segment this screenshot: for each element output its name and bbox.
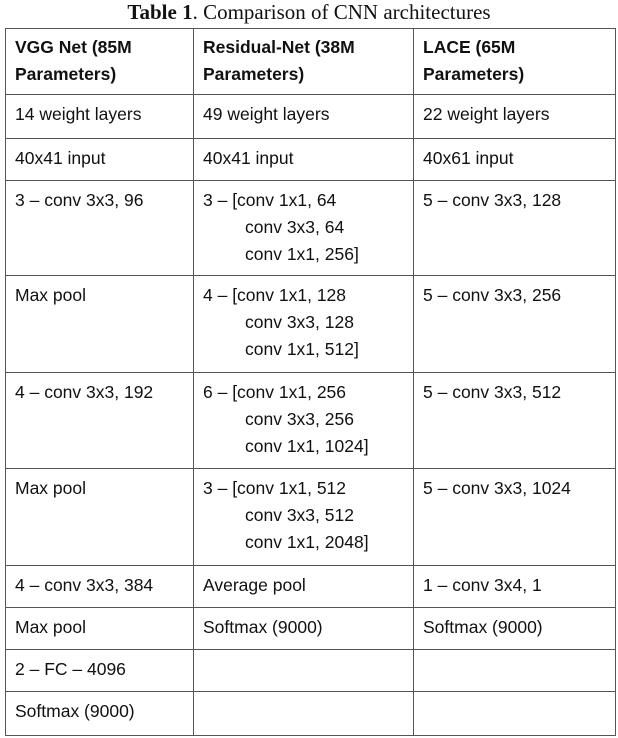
cell-line: 3 – [conv 1x1, 64: [203, 190, 337, 210]
cell-line: conv 3x3, 64: [245, 217, 345, 237]
cell-line: conv 3x3, 128: [245, 312, 354, 332]
cell-lace: 5 – conv 3x3, 1024: [413, 468, 616, 566]
table-caption: Table 1. Comparison of CNN architectures: [0, 0, 618, 24]
header-line: VGG Net (85M: [15, 37, 132, 57]
header-line: Residual-Net (38M: [203, 37, 355, 57]
cell-vgg: 14 weight layers: [5, 94, 194, 139]
table-row: 3 – conv 3x3, 96 3 – [conv 1x1, 64 conv 3x…: [5, 180, 616, 276]
cell-line: Softmax (9000): [15, 701, 135, 721]
cell-line: Average pool: [203, 575, 306, 595]
cell-line: 40x41 input: [203, 148, 294, 168]
header-cell-vgg: VGG Net (85M Parameters): [5, 28, 194, 95]
cell-line: 5 – conv 3x3, 256: [423, 285, 562, 305]
cell-line: conv 1x1, 1024]: [245, 436, 369, 456]
cell-line: 6 – [conv 1x1, 256: [203, 382, 347, 402]
cell-vgg: Softmax (9000): [5, 691, 194, 736]
caption-text: . Comparison of CNN architectures: [192, 0, 491, 24]
table-row: Max pool Softmax (9000) Softmax (9000): [5, 607, 616, 650]
cell-line: Max pool: [15, 478, 87, 498]
cell-line: 1 – conv 3x4, 1: [423, 575, 542, 595]
cell-line: 2 – FC – 4096: [15, 659, 126, 679]
table-row: 40x41 input 40x41 input 40x61 input: [5, 138, 616, 181]
header-cell-resnet: Residual-Net (38M Parameters): [193, 28, 414, 95]
cell-resnet: [193, 691, 414, 736]
table-row: 4 – conv 3x3, 384 Average pool 1 – conv 3x…: [5, 565, 616, 608]
cell-resnet: 49 weight layers: [193, 94, 414, 139]
cell-line: 22 weight layers: [423, 104, 550, 124]
cell-resnet: Softmax (9000): [193, 607, 414, 650]
cell-vgg: 40x41 input: [5, 138, 194, 181]
header-line: LACE (65M: [423, 37, 516, 57]
cell-line: Max pool: [15, 617, 87, 637]
cell-line: 3 – [conv 1x1, 512: [203, 478, 347, 498]
cell-vgg: Max pool: [5, 468, 194, 566]
cell-lace: 40x61 input: [413, 138, 616, 181]
table-row: 14 weight layers 49 weight layers 22 weigh…: [5, 94, 616, 139]
cell-lace: [413, 691, 616, 736]
cell-resnet: 40x41 input: [193, 138, 414, 181]
header-line: Parameters): [203, 64, 305, 84]
table-row: Max pool 4 – [conv 1x1, 128 conv 3x3, 128 c…: [5, 275, 616, 373]
cell-line: conv 3x3, 512: [245, 505, 354, 525]
cell-resnet: Average pool: [193, 565, 414, 608]
cell-line: Softmax (9000): [203, 617, 323, 637]
cell-line: conv 3x3, 256: [245, 409, 354, 429]
cell-vgg: 4 – conv 3x3, 192: [5, 372, 194, 469]
table-row: 4 – conv 3x3, 192 6 – [conv 1x1, 256 conv …: [5, 372, 616, 469]
cell-lace: [413, 649, 616, 692]
cell-lace: 5 – conv 3x3, 128: [413, 180, 616, 276]
table-row: Max pool 3 – [conv 1x1, 512 conv 3x3, 512 c…: [5, 468, 616, 566]
cell-lace: 1 – conv 3x4, 1: [413, 565, 616, 608]
cell-line: 3 – conv 3x3, 96: [15, 190, 144, 210]
cell-vgg: 2 – FC – 4096: [5, 649, 194, 692]
cell-resnet: [193, 649, 414, 692]
cell-vgg: 4 – conv 3x3, 384: [5, 565, 194, 608]
cell-resnet: 3 – [conv 1x1, 512 conv 3x3, 512 conv 1x1,…: [193, 468, 414, 566]
header-line: Parameters): [15, 64, 117, 84]
cell-resnet: 3 – [conv 1x1, 64 conv 3x3, 64 conv 1x1, 2…: [193, 180, 414, 276]
cell-lace: 5 – conv 3x3, 512: [413, 372, 616, 469]
caption-label: Table 1: [127, 0, 193, 24]
cell-vgg: Max pool: [5, 607, 194, 650]
table-row: 2 – FC – 4096: [5, 649, 616, 692]
cell-line: conv 1x1, 512]: [245, 339, 359, 359]
cell-line: 4 – [conv 1x1, 128: [203, 285, 347, 305]
cell-line: 14 weight layers: [15, 104, 142, 124]
cell-vgg: Max pool: [5, 275, 194, 373]
table-row: Softmax (9000): [5, 691, 616, 736]
cell-line: 5 – conv 3x3, 128: [423, 190, 562, 210]
cell-line: 49 weight layers: [203, 104, 330, 124]
cell-line: 40x61 input: [423, 148, 514, 168]
cell-line: 4 – conv 3x3, 192: [15, 382, 154, 402]
cell-line: 5 – conv 3x3, 1024: [423, 478, 571, 498]
cell-line: conv 1x1, 2048]: [245, 532, 369, 552]
cell-line: 5 – conv 3x3, 512: [423, 382, 562, 402]
cell-line: 40x41 input: [15, 148, 106, 168]
cell-resnet: 6 – [conv 1x1, 256 conv 3x3, 256 conv 1x1,…: [193, 372, 414, 469]
cell-vgg: 3 – conv 3x3, 96: [5, 180, 194, 276]
cnn-comparison-table: VGG Net (85M Parameters) Residual-Net (38M…: [5, 28, 616, 736]
cell-line: 4 – conv 3x3, 384: [15, 575, 154, 595]
cell-line: conv 1x1, 256]: [245, 244, 359, 264]
header-row: VGG Net (85M Parameters) Residual-Net (38M…: [5, 28, 616, 95]
cell-line: Softmax (9000): [423, 617, 543, 637]
cell-resnet: 4 – [conv 1x1, 128 conv 3x3, 128 conv 1x1,…: [193, 275, 414, 373]
header-cell-lace: LACE (65M Parameters): [413, 28, 616, 95]
header-line: Parameters): [423, 64, 525, 84]
cell-lace: Softmax (9000): [413, 607, 616, 650]
cell-lace: 5 – conv 3x3, 256: [413, 275, 616, 373]
cell-lace: 22 weight layers: [413, 94, 616, 139]
cell-line: Max pool: [15, 285, 87, 305]
